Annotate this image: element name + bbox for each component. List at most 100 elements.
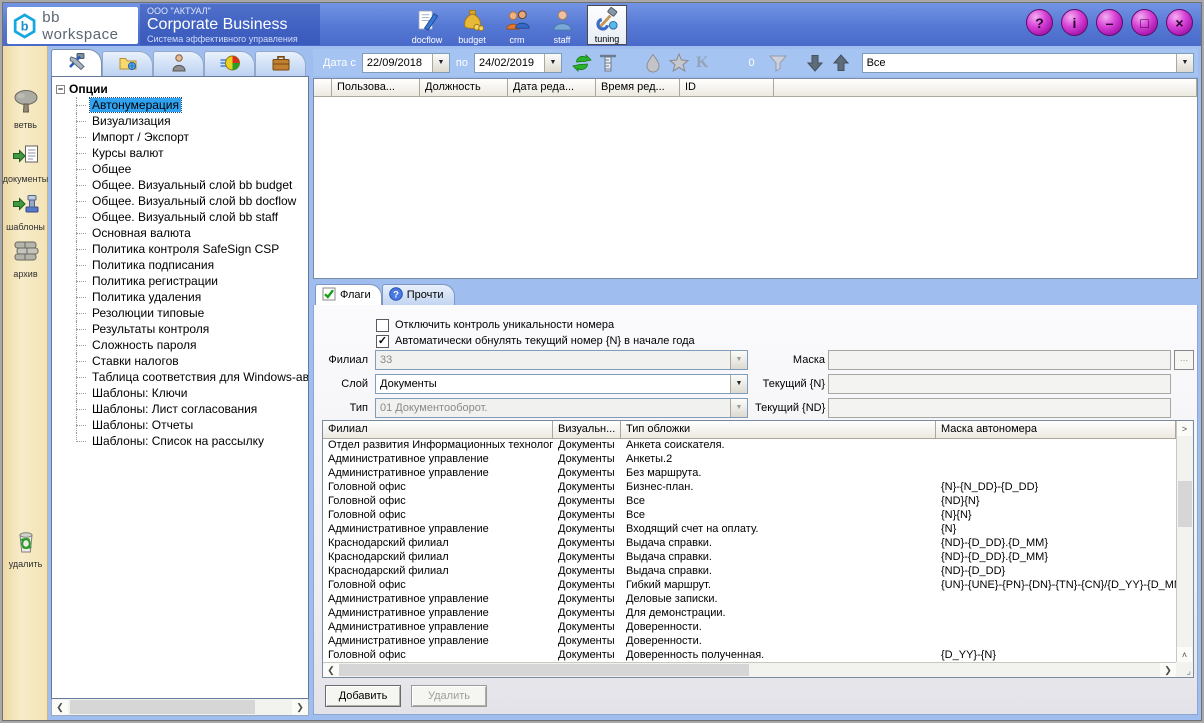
tree-item[interactable]: Политика контроля SafeSign CSP [56,241,308,257]
tree-item[interactable]: Импорт / Экспорт [56,129,308,145]
chevron-down-icon[interactable]: ▼ [544,54,561,72]
table-row[interactable]: Головной офисДокументыГибкий маршрут.{UN… [323,579,1176,593]
date-from-combobox[interactable]: 22/09/2018 ▼ [362,53,450,73]
minimize-button[interactable]: – [1096,9,1123,36]
left-tab-tools[interactable] [51,49,102,76]
table-row[interactable]: Административное управлениеДокументыБез … [323,467,1176,481]
tree-horizontal-scrollbar[interactable]: ❮ ❯ [51,699,309,716]
tree-item[interactable]: Общее. Визуальный слой bb staff [56,209,308,225]
info-button[interactable]: i [1061,9,1088,36]
tree-item[interactable]: Общее. Визуальный слой bb docflow [56,193,308,209]
move-up-icon[interactable] [831,53,851,73]
table-row[interactable]: Административное управлениеДокументыДове… [323,621,1176,635]
tree-item[interactable]: Сложность пароля [56,337,308,353]
autonumber-column-header[interactable]: Тип обложки [621,421,936,439]
tree-item[interactable]: Автонумерация [56,97,308,113]
tree-item[interactable]: Общее [56,161,308,177]
tree-item[interactable]: Ставки налогов [56,353,308,369]
module-staff[interactable]: staff [542,5,582,45]
tree-expander-icon[interactable]: − [56,85,65,94]
module-crm[interactable]: crm [497,5,537,45]
close-button[interactable]: × [1166,9,1193,36]
help-button[interactable]: ? [1026,9,1053,36]
chevron-down-icon[interactable]: ▼ [1176,54,1193,72]
tree-item[interactable]: Таблица соответствия для Windows-авто [56,369,308,385]
chevron-down-icon[interactable]: ▼ [432,54,449,72]
tab-flags[interactable]: Флаги [315,284,382,305]
sidebar-item-templates[interactable]: шаблоны [3,190,48,232]
filter-all-combobox[interactable]: Все ▼ [862,53,1194,73]
users-table-column-header[interactable]: Дата реда... [508,79,596,97]
tree-root[interactable]: − Опции [56,81,308,97]
scroll-left-icon[interactable]: ❮ [52,700,68,715]
autonumber-column-header[interactable]: Маска автономера [936,421,1176,439]
date-to-combobox[interactable]: 24/02/2019 ▼ [474,53,562,73]
table-row[interactable]: Головной офисДокументыДоверенность получ… [323,649,1176,662]
module-tuning[interactable]: tuning [587,5,627,45]
table-row[interactable]: Головной офисДокументыВсе{N}{N} [323,509,1176,523]
table-row[interactable]: Административное управлениеДокументыВход… [323,523,1176,537]
tree-item[interactable]: Политика удаления [56,289,308,305]
tree-item[interactable]: Шаблоны: Отчеты [56,417,308,433]
users-table-column-header[interactable]: Пользова... [332,79,420,97]
table-row[interactable]: Головной офисДокументыВсе{ND}{N} [323,495,1176,509]
table-row[interactable]: Административное управлениеДокументыДело… [323,593,1176,607]
tree-item[interactable]: Основная валюта [56,225,308,241]
module-docflow[interactable]: docflow [407,5,447,45]
left-tab-pie[interactable] [204,51,255,76]
layer-combobox[interactable]: Документы ▼ [375,374,748,394]
scroll-right-icon[interactable]: ❯ [292,700,308,715]
autonumber-column-header[interactable]: Филиал [323,421,553,439]
mask-browse-button[interactable]: ... [1174,350,1194,370]
scroll-thumb[interactable] [339,664,749,676]
tree-item[interactable]: Курсы валют [56,145,308,161]
scroll-thumb[interactable] [70,700,255,714]
tree-item[interactable]: Общее. Визуальный слой bb budget [56,177,308,193]
star-icon[interactable] [669,53,689,73]
sidebar-item-archive[interactable]: архив [3,237,48,279]
module-budget[interactable]: budget [452,5,492,45]
users-table-column-header[interactable]: Время ред... [596,79,680,97]
scroll-down-icon[interactable]: ˄ [1177,647,1192,662]
scroll-thumb[interactable] [1178,481,1192,527]
scroll-up-icon[interactable]: ˃ [1177,421,1192,436]
scroll-right-icon[interactable]: ❯ [1160,663,1176,677]
table-row[interactable]: Административное управлениеДокументыДове… [323,635,1176,649]
table-vertical-scrollbar[interactable]: ˃ ˄ [1176,421,1193,662]
table-horizontal-scrollbar[interactable]: ❮ ❯ [323,662,1176,677]
left-tab-briefcase[interactable] [255,51,306,76]
table-row[interactable]: Головной офисДокументыБизнес-план.{N}-{N… [323,481,1176,495]
tree-item[interactable]: Результаты контроля [56,321,308,337]
table-row[interactable]: Краснодарский филиалДокументыВыдача спра… [323,565,1176,579]
table-row[interactable]: Административное управлениеДокументыАнке… [323,453,1176,467]
users-table-column-header[interactable]: ID [680,79,774,97]
add-button[interactable]: Добавить [325,685,401,707]
tab-other[interactable]: ?Прочти [382,284,455,305]
sidebar-item-documents[interactable]: документы [3,142,48,184]
delete-button[interactable]: Удалить [411,685,487,707]
left-tab-folder[interactable] [102,51,153,76]
ruler-icon[interactable] [598,53,618,73]
autonumber-column-header[interactable]: Визуальн... [553,421,621,439]
table-row[interactable]: Краснодарский филиалДокументыВыдача спра… [323,537,1176,551]
tree-item[interactable]: Политика подписания [56,257,308,273]
tree-item[interactable]: Визуализация [56,113,308,129]
filter-funnel-icon[interactable] [768,53,788,73]
tree-item[interactable]: Политика регистрации [56,273,308,289]
chevron-down-icon[interactable]: ▼ [730,375,747,393]
tree-item[interactable]: Шаблоны: Список на рассылку [56,433,308,449]
table-row[interactable]: Административное управлениеДокументыДля … [323,607,1176,621]
tree-item[interactable]: Шаблоны: Ключи [56,385,308,401]
scroll-left-icon[interactable]: ❮ [323,663,339,677]
sidebar-item-branch[interactable]: ветвь [3,88,48,130]
flame-icon[interactable] [643,53,663,73]
table-row[interactable]: Отдел развития Информационных технологий… [323,439,1176,453]
maximize-button[interactable]: □ [1131,9,1158,36]
tree-item[interactable]: Резолюции типовые [56,305,308,321]
left-tab-person[interactable] [153,51,204,76]
checkbox-unchecked[interactable] [376,319,389,332]
tree-item[interactable]: Шаблоны: Лист согласования [56,401,308,417]
checkbox-checked[interactable]: ✓ [376,335,389,348]
table-row[interactable]: Краснодарский филиалДокументыВыдача спра… [323,551,1176,565]
sidebar-item-delete[interactable]: удалить [3,527,48,569]
